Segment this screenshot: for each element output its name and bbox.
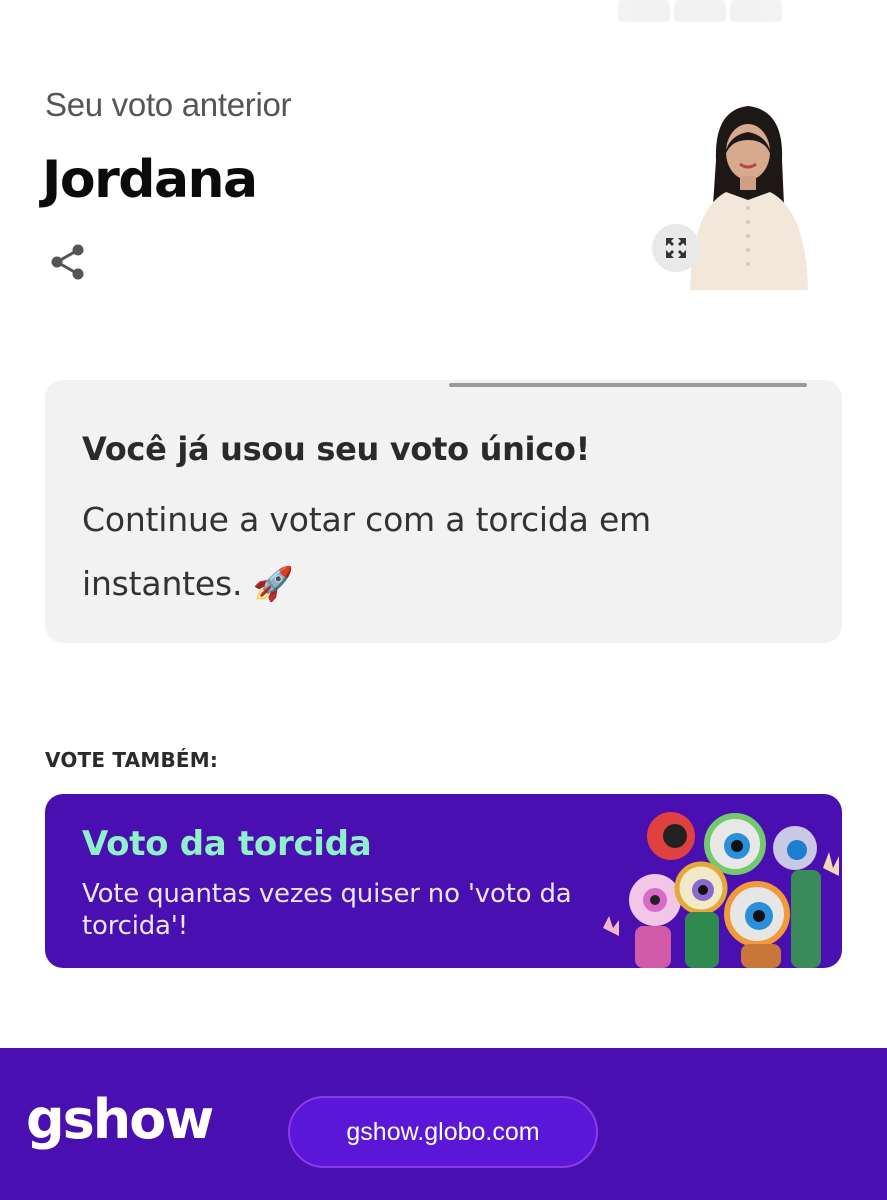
- faded-header-logo: [618, 0, 838, 28]
- vote-used-notice: Você já usou seu voto único! Continue a …: [45, 380, 842, 643]
- footer-bar: gshow gshow.globo.com: [0, 1048, 887, 1200]
- notice-title: Você já usou seu voto único!: [82, 430, 590, 468]
- vote-also-heading: VOTE TAMBÉM:: [45, 748, 219, 772]
- expand-icon[interactable]: [652, 224, 700, 272]
- bbb-eye-mascots-image: [595, 808, 842, 968]
- gshow-site-link[interactable]: gshow.globo.com: [288, 1096, 598, 1168]
- fan-vote-card[interactable]: Voto da torcida Vote quantas vezes quise…: [45, 794, 842, 968]
- share-icon[interactable]: [48, 242, 88, 282]
- previous-vote-label: Seu voto anterior: [45, 86, 292, 123]
- fan-vote-title: Voto da torcida: [82, 824, 372, 864]
- countdown-progress: [449, 383, 807, 387]
- gshow-logo[interactable]: gshow: [26, 1088, 214, 1151]
- fan-vote-description: Vote quantas vezes quiser no 'voto da to…: [82, 879, 572, 941]
- notice-body: Continue a votar com a torcida em instan…: [82, 500, 651, 603]
- previous-vote-name: Jordana: [42, 150, 258, 210]
- countdown-progress-fill: [449, 383, 807, 387]
